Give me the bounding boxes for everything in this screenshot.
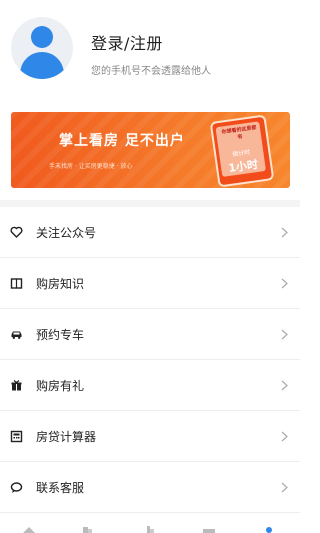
avatar-head-shape bbox=[31, 26, 53, 48]
chevron-right-icon bbox=[281, 329, 288, 340]
menu-item-label: 购房有礼 bbox=[36, 379, 85, 393]
gift-icon bbox=[10, 379, 23, 392]
banner-title: 掌上看房 足不出户 bbox=[59, 133, 185, 149]
menu-item-label: 关注公众号 bbox=[36, 226, 97, 240]
chevron-right-icon bbox=[281, 482, 288, 493]
car-icon bbox=[10, 328, 23, 341]
heart-icon bbox=[10, 226, 23, 239]
menu-item-label: 预约专车 bbox=[36, 328, 85, 342]
menu-item-label: 联系客服 bbox=[36, 481, 85, 495]
user-avatar-icon[interactable] bbox=[11, 17, 73, 79]
menu-item-label: 购房知识 bbox=[36, 277, 85, 291]
chevron-right-icon bbox=[281, 431, 288, 442]
calculator-icon bbox=[10, 430, 23, 443]
menu-item-follow-account[interactable]: 关注公众号 bbox=[0, 207, 300, 258]
menu-item-customer-service[interactable]: 联系客服 bbox=[0, 462, 300, 513]
building-icon[interactable] bbox=[80, 525, 94, 533]
avatar-body-shape bbox=[20, 52, 64, 79]
profile-icon[interactable] bbox=[262, 525, 276, 533]
bottom-tab-bar bbox=[0, 521, 300, 533]
menu-item-purchase-gift[interactable]: 购房有礼 bbox=[0, 360, 300, 411]
section-divider bbox=[0, 200, 300, 207]
new-house-icon[interactable] bbox=[143, 525, 157, 533]
menu-item-book-car[interactable]: 预约专车 bbox=[0, 309, 300, 360]
book-icon bbox=[10, 277, 23, 290]
menu-item-home-knowledge[interactable]: 购房知识 bbox=[0, 258, 300, 309]
menu-list: 关注公众号 购房知识 预约专车 购房有礼 房贷计算器 联系客服 bbox=[0, 207, 300, 513]
chevron-right-icon bbox=[281, 227, 288, 238]
banner-subtitle: 手末找房 · 让买房更稳捷 · 放心 bbox=[49, 163, 133, 170]
phone-screen: 你想看的这里都有 倒计时 1小时 bbox=[215, 121, 266, 177]
home-icon[interactable] bbox=[22, 525, 36, 533]
profile-header[interactable]: 登录/注册 您的手机号不会透露给他人 bbox=[0, 0, 300, 100]
login-register-link[interactable]: 登录/注册 bbox=[91, 30, 163, 54]
phone-illustration: 你想看的这里都有 倒计时 1小时 bbox=[209, 114, 275, 188]
chevron-right-icon bbox=[281, 278, 288, 289]
menu-item-mortgage-calculator[interactable]: 房贷计算器 bbox=[0, 411, 300, 462]
menu-item-label: 房贷计算器 bbox=[36, 430, 97, 444]
chat-bubble-icon bbox=[10, 481, 23, 494]
chevron-right-icon bbox=[281, 380, 288, 391]
privacy-note: 您的手机号不会透露给他人 bbox=[91, 66, 211, 77]
phone-text: 你想看的这里都有 bbox=[221, 124, 257, 141]
news-icon[interactable] bbox=[202, 525, 216, 533]
promo-banner[interactable]: 掌上看房 足不出户 手末找房 · 让买房更稳捷 · 放心 你想看的这里都有 倒计… bbox=[11, 112, 290, 188]
